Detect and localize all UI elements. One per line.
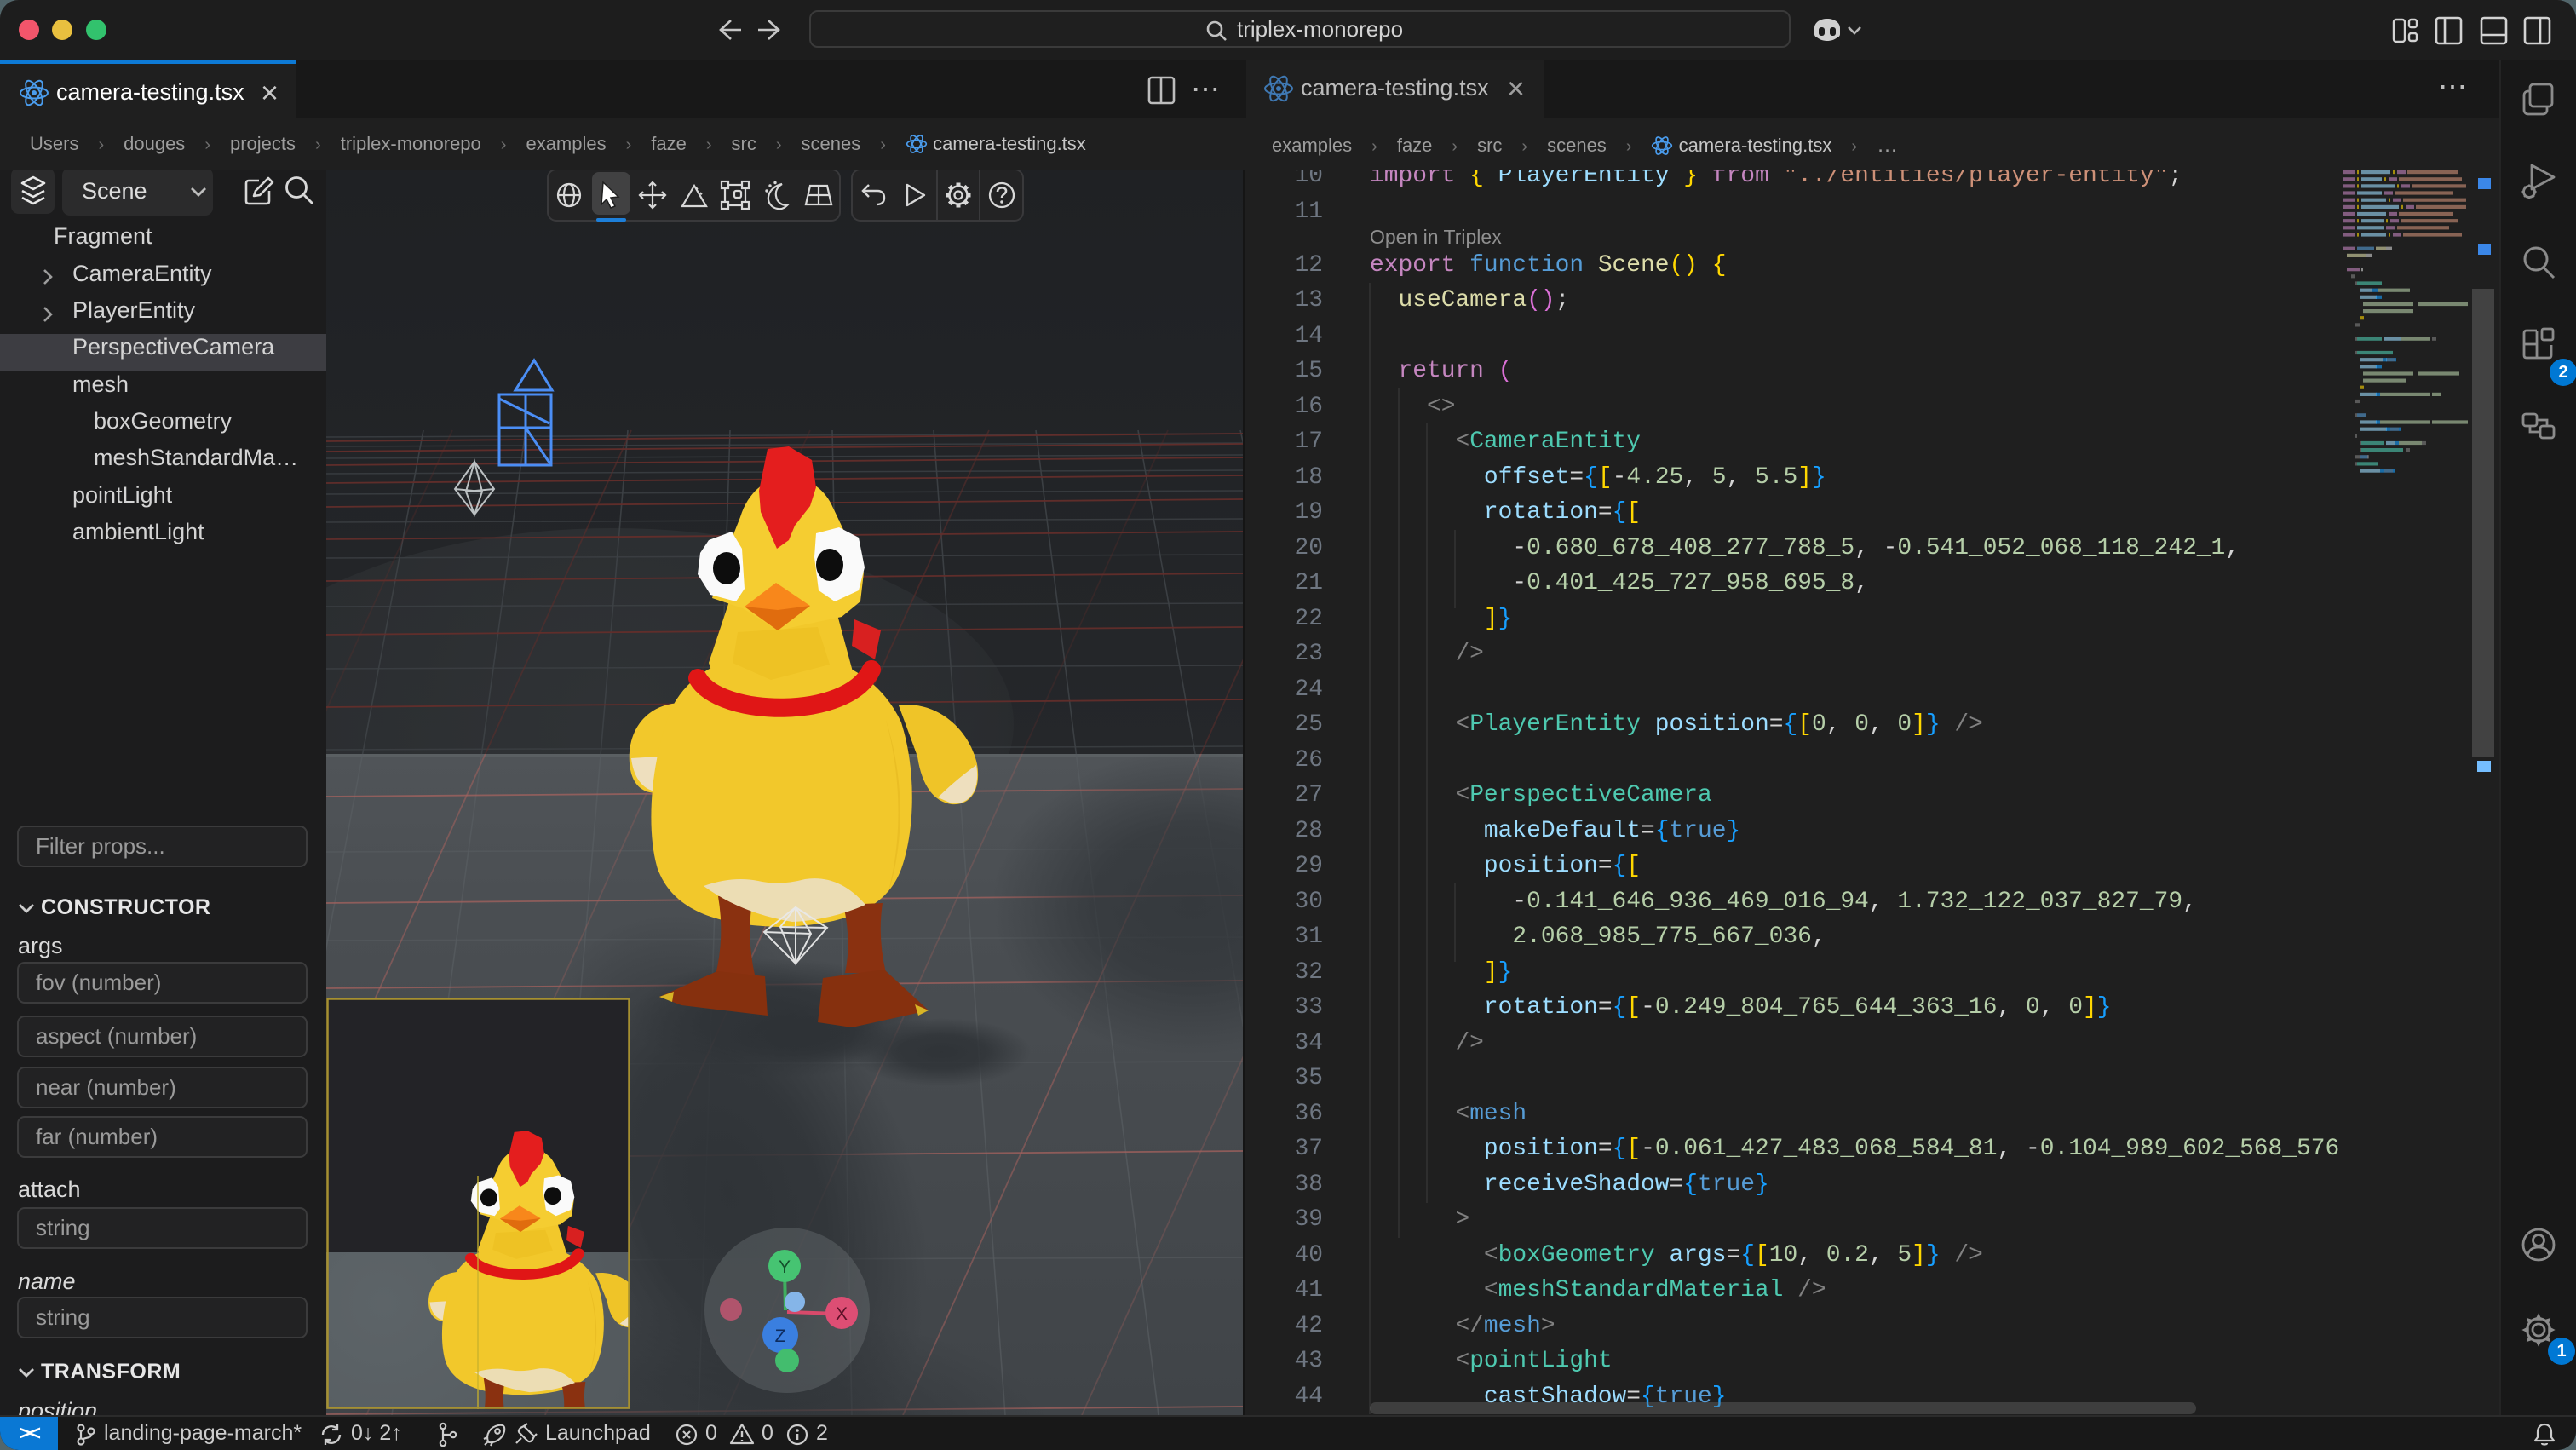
svg-text:Y: Y bbox=[779, 1257, 791, 1277]
svg-text:Z: Z bbox=[775, 1326, 786, 1346]
svg-text:X: X bbox=[836, 1304, 848, 1324]
